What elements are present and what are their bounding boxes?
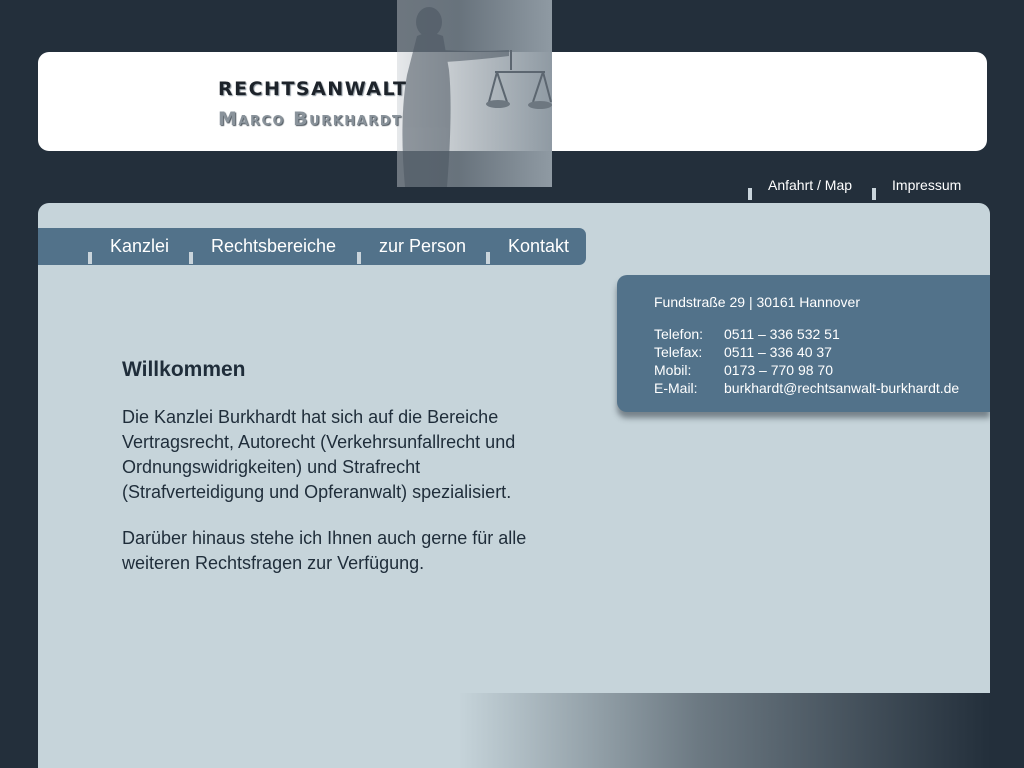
brand-title: RECHTSANWALT	[218, 78, 408, 100]
contact-row-email: E-Mail: burkhardt@rechtsanwalt-burkhardt…	[654, 380, 959, 396]
nav-item-kontakt[interactable]: Kontakt	[486, 228, 569, 265]
nav-item-rechtsbereiche[interactable]: Rechtsbereiche	[189, 228, 336, 265]
welcome-paragraph-2: Darüber hinaus stehe ich Ihnen auch gern…	[122, 528, 527, 573]
bottom-decoration	[458, 693, 990, 768]
main-panel: Kanzlei Rechtsbereiche zur Person Kontak…	[38, 203, 990, 768]
nav-item-zur-person[interactable]: zur Person	[357, 228, 466, 265]
contact-row-telefax: Telefax: 0511 – 336 40 37	[654, 344, 832, 360]
nav-item-kanzlei[interactable]: Kanzlei	[88, 228, 169, 265]
contact-label: Telefax:	[654, 344, 703, 360]
brand-name: Marco Burkhardt	[218, 108, 403, 130]
contact-value: 0173 – 770 98 70	[724, 362, 833, 378]
main-nav: Kanzlei Rechtsbereiche zur Person Kontak…	[38, 228, 586, 265]
email-link[interactable]: burkhardt@rechtsanwalt-burkhardt.de	[724, 380, 959, 396]
contact-value: 0511 – 336 40 37	[724, 344, 832, 360]
welcome-paragraph-1: Die Kanzlei Burkhardt hat sich auf die B…	[122, 407, 516, 502]
page-title: Willkommen	[122, 358, 246, 381]
contact-label: Telefon:	[654, 326, 704, 342]
top-links: Anfahrt / Map Impressum	[748, 176, 981, 200]
contact-row-mobil: Mobil: 0173 – 770 98 70	[654, 362, 833, 378]
contact-box: Fundstraße 29 | 30161 Hannover Telefon: …	[617, 275, 990, 412]
contact-label: E-Mail:	[654, 380, 698, 396]
contact-value: 0511 – 336 532 51	[724, 326, 840, 342]
contact-label: Mobil:	[654, 362, 692, 378]
justitia-statue-icon	[397, 0, 552, 187]
contact-row-telefon: Telefon: 0511 – 336 532 51	[654, 326, 840, 342]
top-link-anfahrt[interactable]: Anfahrt / Map	[748, 176, 852, 200]
contact-address: Fundstraße 29 | 30161 Hannover	[654, 294, 860, 310]
top-link-impressum[interactable]: Impressum	[872, 176, 961, 200]
